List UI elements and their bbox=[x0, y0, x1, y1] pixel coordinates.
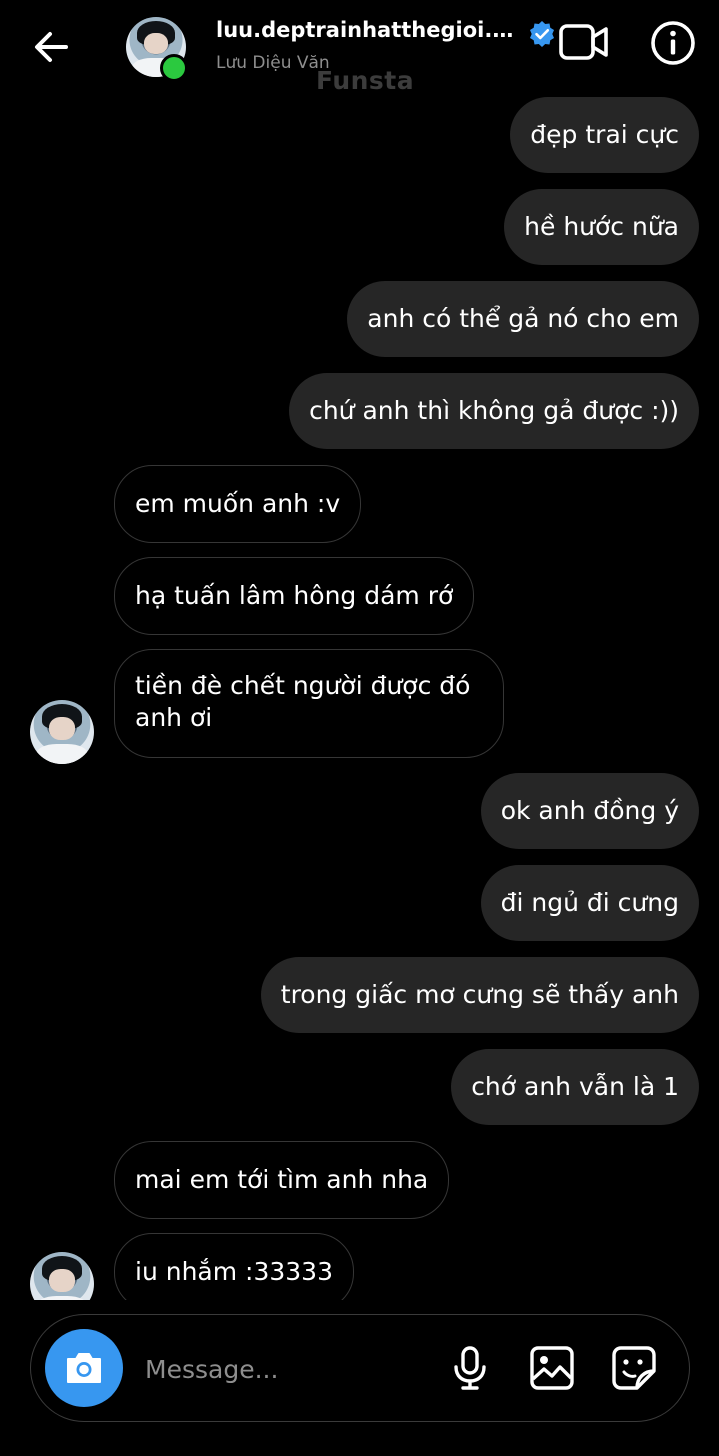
camera-button[interactable] bbox=[45, 1329, 123, 1407]
message-bubble-incoming[interactable]: em muốn anh :v bbox=[114, 465, 362, 543]
message-bubble-outgoing[interactable]: hề hước nữa bbox=[504, 189, 699, 265]
message-bubble-incoming[interactable]: mai em tới tìm anh nha bbox=[114, 1141, 450, 1219]
video-call-icon bbox=[559, 24, 608, 60]
sticker-icon bbox=[612, 1346, 656, 1390]
message-bubble-outgoing[interactable]: anh có thể gả nó cho em bbox=[347, 281, 699, 357]
message-input[interactable] bbox=[143, 1347, 427, 1391]
message-bubble-outgoing[interactable]: chứ anh thì không gả được :)) bbox=[289, 373, 699, 449]
sender-avatar[interactable] bbox=[30, 700, 94, 764]
verified-badge-icon bbox=[528, 20, 556, 48]
info-button[interactable] bbox=[650, 20, 696, 66]
chat-display-name: Lưu Diệu Văn bbox=[216, 53, 330, 73]
message-composer bbox=[30, 1314, 690, 1422]
watermark: Funsta bbox=[316, 66, 415, 95]
chat-username[interactable]: luu.deptrainhatthegioi.dieu... bbox=[216, 18, 516, 42]
back-button[interactable] bbox=[30, 26, 72, 68]
gallery-icon bbox=[530, 1346, 574, 1390]
message-bubble-outgoing[interactable]: trong giấc mơ cưng sẽ thấy anh bbox=[260, 957, 699, 1033]
message-bubble-outgoing[interactable]: đi ngủ đi cưng bbox=[480, 865, 699, 941]
chat-header: luu.deptrainhatthegioi.dieu... Lưu Diệu … bbox=[0, 0, 719, 95]
sender-avatar[interactable] bbox=[30, 1252, 94, 1300]
back-arrow-icon bbox=[35, 32, 68, 62]
message-thread[interactable]: đẹp trai cực hề hước nữa anh có thể gả n… bbox=[0, 92, 719, 1300]
online-status-dot bbox=[160, 54, 188, 82]
message-bubble-incoming[interactable]: hạ tuấn lâm hông dám rớ bbox=[114, 557, 475, 635]
sticker-button[interactable] bbox=[611, 1345, 657, 1391]
microphone-icon bbox=[454, 1346, 486, 1390]
gallery-button[interactable] bbox=[529, 1345, 575, 1391]
message-bubble-outgoing[interactable]: đẹp trai cực bbox=[510, 97, 699, 173]
camera-icon bbox=[67, 1353, 101, 1383]
info-icon bbox=[651, 21, 695, 65]
message-bubble-incoming[interactable]: iu nhắm :33333 bbox=[114, 1233, 354, 1300]
video-call-button[interactable] bbox=[558, 20, 610, 64]
message-bubble-outgoing[interactable]: chớ anh vẫn là 1 bbox=[451, 1049, 699, 1125]
voice-message-button[interactable] bbox=[447, 1345, 493, 1391]
message-bubble-outgoing[interactable]: ok anh đồng ý bbox=[480, 773, 699, 849]
message-bubble-incoming[interactable]: tiền đè chết người được đó anh ơi bbox=[114, 649, 504, 758]
